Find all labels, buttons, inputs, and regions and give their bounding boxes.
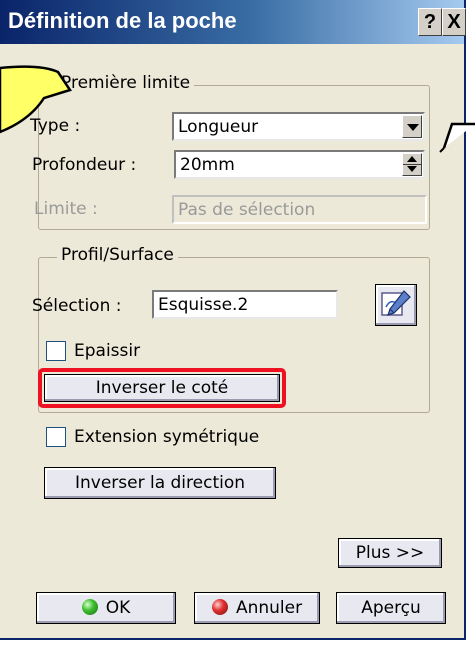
thicken-label: Epaissir	[74, 341, 141, 361]
thicken-checkbox[interactable]	[46, 341, 66, 361]
title-bar[interactable]: Définition de la poche ? X	[0, 0, 466, 44]
symmetric-extension-label: Extension symétrique	[74, 427, 260, 447]
callout-bubble-right	[439, 122, 475, 153]
profile-surface-legend: Profil/Surface	[57, 245, 178, 265]
depth-value: 20mm	[180, 155, 235, 175]
close-button[interactable]: X	[442, 8, 466, 36]
reverse-side-highlight	[38, 368, 286, 408]
spin-arrows-icon[interactable]	[402, 153, 422, 176]
selection-field[interactable]: Esquisse.2	[152, 290, 338, 319]
help-button[interactable]: ?	[418, 8, 442, 36]
sketch-edit-button[interactable]	[375, 284, 417, 326]
limit-label: Limite :	[34, 199, 98, 219]
cancel-label: Annuler	[235, 598, 303, 618]
type-combo[interactable]: Longueur	[172, 112, 425, 141]
selection-value: Esquisse.2	[158, 295, 249, 315]
depth-label: Profondeur :	[32, 155, 137, 175]
green-status-icon	[81, 599, 98, 615]
preview-button[interactable]: Aperçu	[336, 592, 446, 624]
callout-bubble-left	[0, 65, 72, 134]
red-status-icon	[211, 599, 228, 615]
limit-value: Pas de sélection	[178, 200, 316, 220]
more-button[interactable]: Plus >>	[338, 538, 442, 568]
chevron-down-icon[interactable]	[402, 115, 422, 138]
depth-spinner[interactable]: 20mm	[174, 150, 425, 179]
cancel-button[interactable]: Annuler	[194, 592, 320, 624]
limit-field: Pas de sélection	[172, 195, 427, 224]
selection-label: Sélection :	[32, 296, 122, 316]
type-combo-value: Longueur	[178, 117, 259, 137]
ok-button[interactable]: OK	[36, 592, 176, 624]
ok-label: OK	[105, 598, 131, 618]
dialog-title: Définition de la poche	[8, 8, 237, 33]
reverse-direction-button[interactable]: Inverser la direction	[44, 467, 276, 499]
symmetric-extension-checkbox[interactable]	[46, 427, 66, 447]
sketch-pencil-icon	[381, 290, 411, 316]
